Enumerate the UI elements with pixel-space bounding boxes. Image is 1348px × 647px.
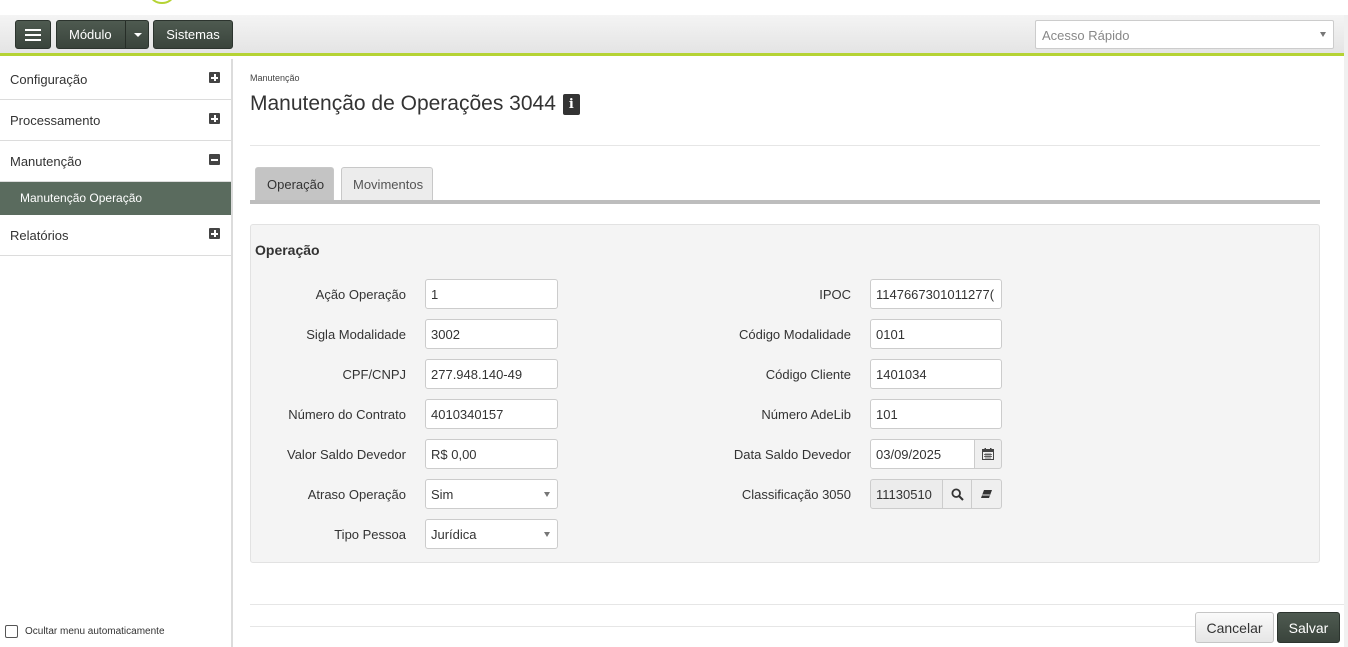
calendar-icon	[982, 448, 994, 460]
button-divider	[125, 21, 126, 48]
hide-menu-label: Ocultar menu automaticamente	[25, 626, 165, 637]
calendar-button[interactable]	[974, 439, 1002, 469]
sidebar-item-label: Manutenção	[10, 154, 82, 169]
eraser-icon	[981, 490, 992, 498]
label-ipoc: IPOC	[819, 287, 851, 302]
codigo-modalidade-input[interactable]: 0101	[870, 319, 1002, 349]
module-label: Módulo	[69, 27, 112, 42]
cancel-button[interactable]: Cancelar	[1195, 612, 1274, 643]
label-acao-operacao: Ação Operação	[315, 287, 406, 302]
data-saldo-devedor-input[interactable]: 03/09/2025	[870, 439, 975, 469]
hamburger-icon	[25, 28, 41, 41]
classificacao-3050-input[interactable]: 11130510	[870, 479, 943, 509]
cpf-cnpj-input[interactable]: 277.948.140-49	[425, 359, 558, 389]
codigo-cliente-input[interactable]: 1401034	[870, 359, 1002, 389]
label-cpf-cnpj: CPF/CNPJ	[342, 367, 406, 382]
breadcrumb[interactable]: Manutenção	[250, 73, 300, 83]
label-atraso-operacao: Atraso Operação	[307, 487, 406, 502]
numero-adelib-input[interactable]: 101	[870, 399, 1002, 429]
label-codigo-modalidade: Código Modalidade	[738, 327, 851, 342]
select-value: Jurídica	[431, 527, 477, 542]
save-button[interactable]: Salvar	[1277, 612, 1340, 643]
label-data-saldo-devedor: Data Saldo Devedor	[733, 447, 851, 462]
plus-icon	[209, 228, 220, 239]
sidebar-subitem-manutencao-operacao[interactable]: Manutenção Operação	[0, 182, 231, 215]
tab-movimentos[interactable]: Movimentos	[341, 167, 433, 200]
label-valor-saldo-devedor: Valor Saldo Devedor	[287, 447, 406, 462]
numero-contrato-input[interactable]: 4010340157	[425, 399, 558, 429]
caret-down-icon[interactable]	[134, 33, 142, 37]
chevron-down-icon	[544, 492, 550, 497]
sidebar-item-relatorios[interactable]: Relatórios	[0, 215, 231, 256]
valor-saldo-devedor-input[interactable]: R$ 0,00	[425, 439, 558, 469]
tab-bar: Operação Movimentos	[250, 167, 1320, 204]
chevron-down-icon	[1320, 32, 1326, 37]
systems-button[interactable]: Sistemas	[153, 20, 233, 49]
label-classificacao-3050: Classificação 3050	[741, 487, 851, 502]
ipoc-input[interactable]: 1147667301011277(	[870, 279, 1002, 309]
menu-toggle-button[interactable]	[15, 20, 51, 49]
top-strip	[0, 0, 1348, 15]
select-value: Sim	[431, 487, 454, 502]
plus-icon	[209, 72, 220, 83]
sidebar-item-processamento[interactable]: Processamento	[0, 100, 231, 141]
operation-panel: Operação Ação Operação 1 Sigla Modalidad…	[250, 224, 1320, 563]
label-codigo-cliente: Código Cliente	[765, 367, 851, 382]
sigla-modalidade-input[interactable]: 3002	[425, 319, 558, 349]
page-title: Manutenção de Operações 3044	[250, 92, 556, 115]
tipo-pessoa-select[interactable]: Jurídica	[425, 519, 558, 549]
clear-button[interactable]	[971, 479, 1002, 509]
hide-menu-checkbox[interactable]	[5, 625, 18, 638]
quick-access-select[interactable]: Acesso Rápido	[1035, 20, 1334, 49]
label-numero-adelib: Número AdeLib	[761, 407, 851, 422]
scrollbar[interactable]	[1344, 15, 1348, 647]
hide-menu-option[interactable]: Ocultar menu automaticamente	[5, 625, 165, 638]
sidebar: Configuração Processamento Manutenção Ma…	[0, 59, 233, 647]
search-icon	[950, 487, 964, 501]
label-sigla-modalidade: Sigla Modalidade	[306, 327, 406, 342]
label-tipo-pessoa: Tipo Pessoa	[334, 527, 406, 542]
plus-icon	[209, 113, 220, 124]
atraso-operacao-select[interactable]: Sim	[425, 479, 558, 509]
divider	[250, 626, 1195, 627]
divider	[250, 604, 1348, 605]
sidebar-item-label: Configuração	[10, 72, 88, 87]
minus-icon	[209, 154, 220, 165]
sidebar-item-configuracao[interactable]: Configuração	[0, 59, 231, 100]
sidebar-item-manutencao[interactable]: Manutenção	[0, 141, 231, 182]
data-saldo-devedor-group: 03/09/2025	[870, 439, 1002, 469]
chevron-down-icon	[544, 532, 550, 537]
info-icon[interactable]: i	[562, 93, 580, 115]
page-title-row: Manutenção de Operações 3044 i	[250, 92, 580, 116]
divider	[250, 145, 1320, 146]
quick-access-placeholder: Acesso Rápido	[1042, 28, 1130, 43]
logo-fragment	[150, 0, 174, 4]
classificacao-3050-group: 11130510	[870, 479, 1002, 509]
module-dropdown-button[interactable]: Módulo	[56, 20, 149, 49]
tab-operacao[interactable]: Operação	[255, 167, 334, 200]
top-toolbar: Módulo Sistemas Acesso Rápido	[0, 15, 1348, 56]
acao-operacao-input[interactable]: 1	[425, 279, 558, 309]
search-button[interactable]	[942, 479, 972, 509]
label-numero-contrato: Número do Contrato	[288, 407, 406, 422]
sidebar-item-label: Relatórios	[10, 228, 69, 243]
sidebar-item-label: Processamento	[10, 113, 101, 128]
section-title: Operação	[255, 242, 320, 258]
